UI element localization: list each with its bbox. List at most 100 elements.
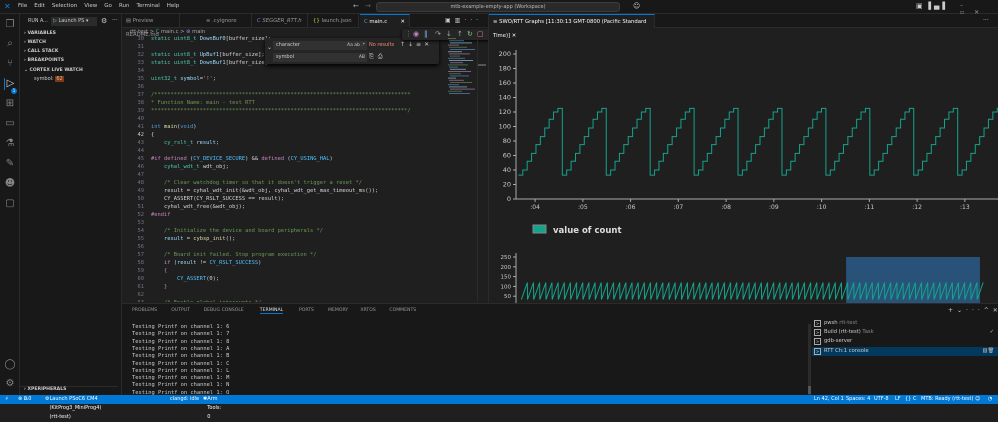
scroll-thumb[interactable]: [478, 64, 486, 66]
indentation[interactable]: Spaces: 4: [846, 395, 870, 404]
panel-tab-memory[interactable]: MEMORY: [328, 308, 348, 313]
tab-main-c[interactable]: C main.c ✕: [360, 14, 410, 28]
clangd-status[interactable]: clangd: idle: [170, 395, 199, 404]
panel-tab-debug-console[interactable]: DEBUG CONSOLE: [204, 308, 244, 313]
cursor-position[interactable]: Ln 42, Col 1: [814, 395, 844, 404]
breadcrumb-symbol[interactable]: main: [192, 29, 205, 35]
language-mode[interactable]: {} C: [905, 395, 916, 404]
breadcrumb-folder[interactable]: rtt-test: [130, 29, 148, 35]
find-value: character: [276, 42, 300, 48]
menu-file[interactable]: File: [18, 3, 27, 9]
split-trash-icons[interactable]: ▥🗑: [983, 347, 995, 356]
tab-launch-json[interactable]: {} launch.json: [309, 14, 359, 28]
terminal-list-item[interactable]: > pwsh rtt-test: [812, 319, 998, 328]
copilot-status-icon[interactable]: ☺: [975, 395, 980, 404]
live-watch-item[interactable]: symbol: 62: [34, 76, 64, 82]
mtb-status[interactable]: MTB: Ready (rtt-test): [921, 395, 973, 404]
replace-input[interactable]: symbol AB: [273, 53, 367, 62]
panel-tab-terminal[interactable]: TERMINAL: [259, 308, 284, 314]
terminal-list-item[interactable]: > Build (rtt-test) Task ✓: [812, 328, 998, 337]
remote-explorer-icon[interactable]: ▭: [4, 118, 16, 130]
gear-icon[interactable]: ⚙: [101, 17, 107, 25]
cmsis-icon[interactable]: ✎: [4, 158, 16, 170]
find-nav-icons[interactable]: ↑↓≡✕: [400, 41, 432, 48]
replace-action-icons[interactable]: ⎘⎙: [369, 53, 387, 61]
tab-preview-readme[interactable]: ▤ Preview README.md: [122, 14, 180, 38]
terminal-list-item[interactable]: > gdb-server: [812, 337, 998, 346]
panel-actions[interactable]: +⌄···^✕: [948, 307, 998, 314]
code-token: wdt_obj;: [202, 164, 229, 170]
back-arrow-icon[interactable]: ←: [353, 2, 359, 10]
search-icon[interactable]: ⌕: [4, 38, 16, 50]
forward-arrow-icon[interactable]: →: [365, 2, 371, 10]
problems-status[interactable]: ⊗ 0 ⚠ 0: [18, 395, 31, 404]
toggle-replace-icon[interactable]: ⌄: [267, 44, 272, 51]
line-ending[interactable]: LF: [895, 395, 901, 404]
breadcrumb-file[interactable]: main.c: [161, 29, 178, 35]
extensions-icon[interactable]: ⊞: [4, 98, 16, 110]
drag-handle-icon[interactable]: ⋮: [405, 29, 412, 40]
copilot-chat-icon[interactable]: ☻: [4, 178, 16, 190]
find-input[interactable]: character Aa ab .*: [273, 41, 367, 50]
graphs-tab-bar: ≡ SWO/RTT Graphs [11:30:13 GMT-0800 (Pac…: [489, 14, 998, 39]
panel-tab-xrtos[interactable]: XRTOS: [360, 308, 375, 313]
source-control-icon[interactable]: ⑂: [4, 58, 16, 70]
panel-tab-comments[interactable]: COMMENTS: [389, 308, 416, 313]
menu-help[interactable]: Help: [167, 3, 180, 9]
menu-edit[interactable]: Edit: [34, 3, 45, 9]
settings-gear-icon[interactable]: ⚙: [4, 378, 16, 390]
minimap[interactable]: [446, 38, 476, 98]
close-tab-icon[interactable]: ✕: [401, 15, 405, 29]
section-variables[interactable]: › VARIABLES: [24, 31, 56, 36]
menu-view[interactable]: View: [84, 3, 97, 9]
section-call-stack[interactable]: › CALL STACK: [24, 49, 58, 54]
section-cortex-live-watch[interactable]: ⌄ CORTEX LIVE WATCH: [24, 68, 83, 73]
editor-actions[interactable]: ▣▥···: [445, 17, 482, 24]
graphs-svg[interactable]: 0 20 40 60 80 100 120 140 160 180 200:04:05:06:07:…: [489, 28, 998, 317]
tab-segger-rtt[interactable]: C SEGGER_RTT.h: [253, 14, 308, 28]
match-options-icons[interactable]: Aa ab .*: [347, 41, 365, 50]
line-number: 35: [137, 76, 145, 82]
code-editor[interactable]: 30 static uint8_t DownBuf0[buffer_size]; 3…: [122, 36, 442, 302]
explorer-icon[interactable]: ❐: [4, 19, 16, 31]
arm-tools-status[interactable]: ✱ Arm Tools: 0: [203, 395, 221, 420]
section-xperipherals[interactable]: › XPERIPHERALS: [20, 386, 118, 392]
launch-config-select[interactable]: ▷ Launch PS ▾: [51, 17, 97, 26]
terminal-name: pwsh: [824, 320, 838, 326]
code-line: static uint8_t UpBuf1[buffer_size];: [151, 52, 265, 58]
step-over-icon[interactable]: ↷: [435, 29, 441, 40]
editor-scrollbar[interactable]: [477, 38, 487, 302]
terminal-list-item[interactable]: > RTT Ch:1 console ▥🗑: [812, 346, 998, 356]
preserve-case-label[interactable]: AB: [359, 53, 365, 62]
menu-run[interactable]: Run: [119, 3, 130, 9]
pause-icon[interactable]: ‖: [424, 29, 428, 40]
panel-tab-problems[interactable]: PROBLEMS: [132, 308, 157, 313]
encoding[interactable]: UTF-8: [874, 395, 889, 404]
account-icon[interactable]: ◯: [4, 359, 16, 371]
tab-swo-rtt-graphs[interactable]: ≡ SWO/RTT Graphs [11:30:13 GMT-0800 (Pac…: [489, 14, 655, 39]
panel-tab-ports[interactable]: PORTS: [299, 308, 314, 313]
copilot-icon[interactable]: ☺: [633, 2, 640, 10]
debug-target-icon[interactable]: ◉: [413, 29, 419, 40]
remote-icon[interactable]: ⚡: [5, 395, 9, 404]
command-center-search[interactable]: mtb-example-empty-app (Workspace): [376, 2, 620, 12]
section-breakpoints[interactable]: › BREAKPOINTS: [24, 58, 64, 63]
terminal-line: Testing Printf on channel 1: 8: [132, 338, 230, 345]
tab-cyignore[interactable]: ≡ .cyignore: [202, 14, 252, 28]
y-tick-label: 60: [503, 152, 511, 160]
editor-tab-bar: ▤ Preview README.md ≡ .cyignore C SEGGER…: [122, 14, 488, 38]
terminal-scrollbar[interactable]: [808, 324, 811, 396]
comments-icon[interactable]: ▢: [4, 198, 16, 210]
debug-launch-status[interactable]: ⚙ Launch PSoC6 CM4 (KitProg3_MiniProg4) …: [45, 395, 101, 420]
menu-terminal[interactable]: Terminal: [136, 3, 159, 9]
activity-bar: ❐ ⌕ ⑂ ▷ 1 ⊞ ▭ ⚗ ✎ ☻ ▢ ◯ ⚙: [0, 14, 20, 395]
section-watch[interactable]: › WATCH: [24, 40, 46, 45]
panel-tab-output[interactable]: OUTPUT: [171, 308, 190, 313]
menu-selection[interactable]: Selection: [52, 3, 77, 9]
more-actions-icon[interactable]: ···: [983, 17, 989, 24]
more-actions-icon[interactable]: ···: [112, 17, 118, 24]
layout-toggle-icons[interactable]: ▣▐▄▌: [916, 2, 951, 10]
notifications-icon[interactable]: ◔: [988, 395, 992, 404]
menu-go[interactable]: Go: [104, 3, 112, 9]
testing-icon[interactable]: ⚗: [4, 138, 16, 150]
